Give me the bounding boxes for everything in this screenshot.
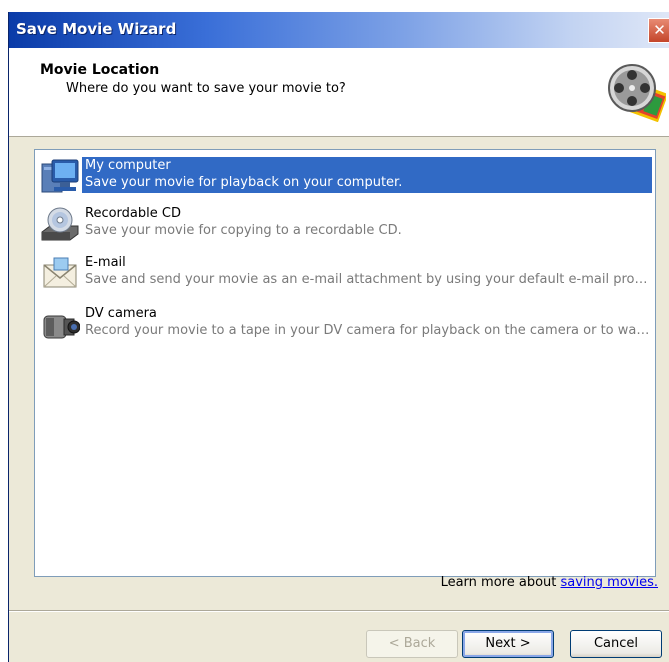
- option-description: Save your movie for copying to a recorda…: [85, 223, 402, 238]
- movie-location-list[interactable]: My computer Save your movie for playback…: [34, 149, 656, 577]
- cancel-button[interactable]: Cancel: [570, 630, 662, 658]
- option-description: Record your movie to a tape in your DV c…: [85, 323, 651, 338]
- window-title: Save Movie Wizard: [16, 20, 177, 38]
- saving-movies-link[interactable]: saving movies.: [561, 575, 659, 590]
- cd-drive-icon: [41, 207, 79, 241]
- title-bar[interactable]: Save Movie Wizard ✕: [9, 12, 669, 48]
- option-dv-camera[interactable]: DV camera Record your movie to a tape in…: [38, 302, 652, 348]
- option-my-computer[interactable]: My computer Save your movie for playback…: [38, 154, 652, 200]
- option-recordable-cd[interactable]: Recordable CD Save your movie for copyin…: [38, 202, 652, 248]
- option-name: E-mail: [85, 255, 126, 270]
- wizard-header: Movie Location Where do you want to save…: [9, 48, 669, 137]
- next-button[interactable]: Next >: [462, 630, 554, 658]
- film-reel-icon: [608, 64, 666, 122]
- footer-divider: [9, 610, 669, 612]
- page-title: Movie Location: [40, 62, 160, 78]
- option-description: Save and send your movie as an e-mail at…: [85, 272, 651, 287]
- page-subtitle: Where do you want to save your movie to?: [66, 81, 346, 96]
- option-name: DV camera: [85, 306, 157, 321]
- option-name: My computer: [85, 158, 171, 173]
- learn-more-prefix: Learn more about: [440, 575, 561, 590]
- close-button[interactable]: ✕: [648, 18, 669, 43]
- option-name: Recordable CD: [85, 206, 181, 221]
- computer-icon: [41, 159, 79, 193]
- save-movie-wizard-window: Save Movie Wizard ✕ Movie Location Where…: [8, 12, 669, 662]
- email-icon: [43, 257, 77, 288]
- learn-more-text: Learn more about saving movies.: [441, 575, 658, 590]
- camcorder-icon: [43, 315, 80, 339]
- option-description: Save your movie for playback on your com…: [85, 175, 403, 190]
- option-e-mail[interactable]: E-mail Save and send your movie as an e-…: [38, 251, 652, 297]
- close-icon: ✕: [653, 21, 666, 39]
- back-button[interactable]: < Back: [366, 630, 458, 658]
